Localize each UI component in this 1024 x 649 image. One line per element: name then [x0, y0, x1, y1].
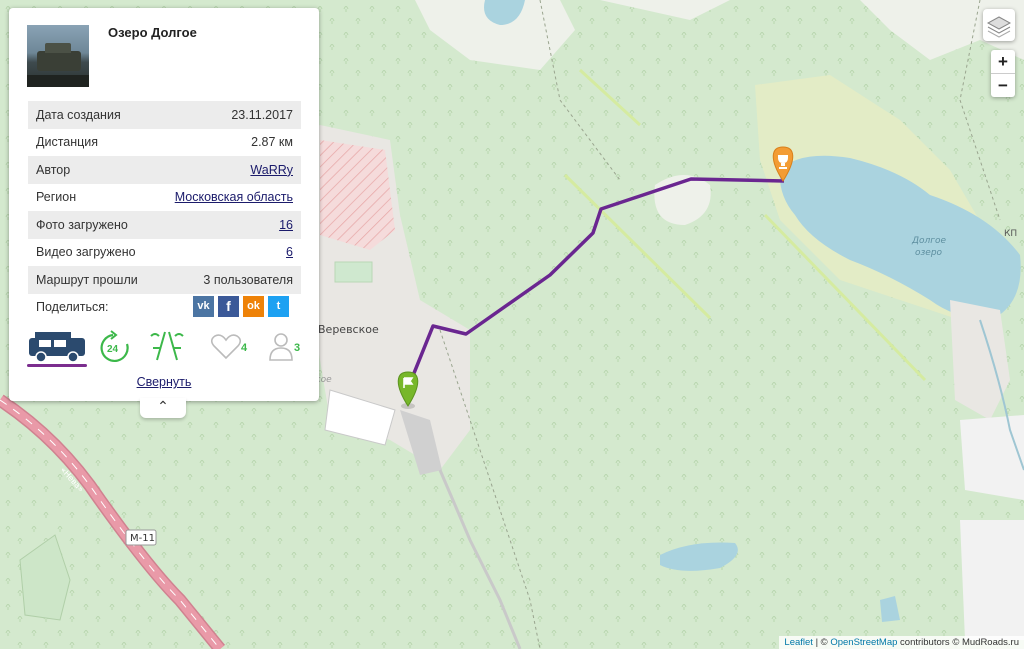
- route-info-panel: Озеро Долгое Дата создания 23.11.2017 Дис…: [9, 8, 319, 401]
- attribution: Leaflet | © OpenStreetMap contributors ©…: [779, 636, 1024, 649]
- zoom-in-button[interactable]: +: [991, 50, 1015, 74]
- route-title: Озеро Долгое: [108, 25, 197, 40]
- svg-text:М-11: М-11: [130, 533, 155, 544]
- row-label: Дистанция: [36, 135, 99, 150]
- row-author: Автор WaRRy: [28, 156, 301, 184]
- leaflet-link[interactable]: Leaflet: [784, 637, 813, 648]
- row-label: Дата создания: [36, 107, 121, 122]
- row-value: 3 пользователя: [203, 272, 293, 287]
- layers-button[interactable]: [983, 9, 1015, 41]
- road-shield-m11: М-11: [125, 529, 157, 546]
- osm-link[interactable]: OpenStreetMap: [830, 637, 897, 648]
- videos-link[interactable]: 6: [286, 245, 293, 259]
- row-created: Дата создания 23.11.2017: [28, 101, 301, 129]
- region-link[interactable]: Московская область: [175, 190, 293, 204]
- row-value: 23.11.2017: [231, 107, 293, 122]
- twitter-icon[interactable]: t: [268, 296, 289, 317]
- zoom-control: + −: [991, 50, 1015, 97]
- svg-text:24: 24: [107, 344, 119, 355]
- row-videos: Видео загружено 6: [28, 239, 301, 267]
- attribution-rest: contributors © MudRoads.ru: [897, 637, 1019, 648]
- like-heart-icon[interactable]: [210, 334, 242, 360]
- row-label: Видео загружено: [36, 245, 136, 260]
- kp-label: КП: [1004, 229, 1017, 239]
- row-completed: Маршрут прошли 3 пользователя: [28, 266, 301, 294]
- route-details-table: Дата создания 23.11.2017 Дистанция 2.87 км…: [28, 101, 301, 294]
- collapse-chevron-icon[interactable]: ⌃: [140, 398, 186, 418]
- 24-hours-icon[interactable]: 24: [100, 330, 129, 362]
- attribution-sep: | ©: [812, 637, 831, 648]
- share-label: Поделиться:: [36, 300, 109, 314]
- facebook-icon[interactable]: f: [218, 296, 239, 317]
- row-label: Фото загружено: [36, 217, 128, 232]
- row-region: Регион Московская область: [28, 184, 301, 212]
- row-distance: Дистанция 2.87 км: [28, 129, 301, 157]
- route-actions-bar: 24: [29, 330, 293, 363]
- odnoklassniki-icon[interactable]: ok: [243, 296, 264, 317]
- row-photos: Фото загружено 16: [28, 211, 301, 239]
- vk-icon[interactable]: vk: [193, 296, 214, 317]
- lake-label-2: озеро: [915, 248, 943, 258]
- active-tab-underline: [27, 364, 87, 367]
- route-photo-thumbnail[interactable]: [27, 25, 89, 87]
- likes-count: 4: [241, 342, 248, 354]
- author-link[interactable]: WaRRy: [250, 163, 293, 177]
- road-condition-icon[interactable]: [150, 331, 184, 361]
- photos-link[interactable]: 16: [279, 218, 293, 232]
- row-label: Автор: [36, 162, 71, 177]
- collapse-link[interactable]: Свернуть: [9, 375, 319, 389]
- users-count: 3: [294, 342, 301, 354]
- layers-icon: [986, 16, 1012, 38]
- jeep-icon[interactable]: [29, 332, 85, 363]
- row-label: Маршрут прошли: [36, 272, 138, 287]
- zoom-out-button[interactable]: −: [991, 74, 1015, 97]
- village-label: Веревское: [318, 323, 379, 336]
- row-label: Регион: [36, 190, 77, 205]
- row-value: 2.87 км: [251, 135, 293, 150]
- user-icon[interactable]: [269, 333, 293, 361]
- lake-label: Долгое: [911, 236, 947, 246]
